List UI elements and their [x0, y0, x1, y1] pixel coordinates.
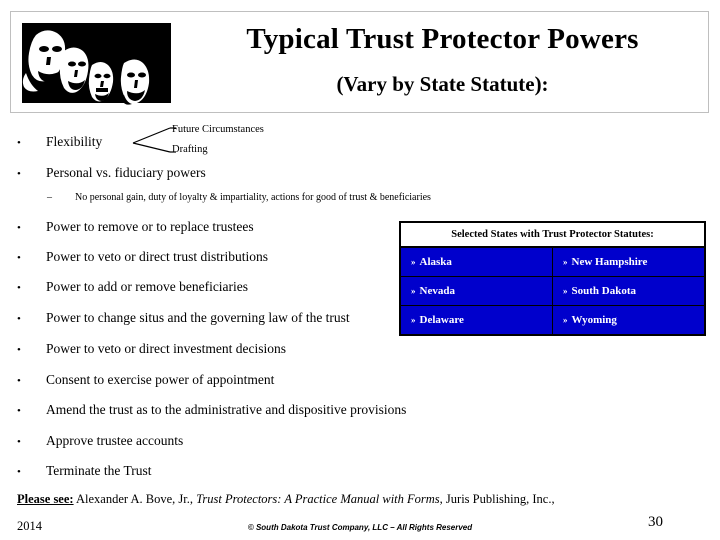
bullet-approve-trustee-accounts: • Approve trustee accounts [17, 433, 183, 450]
state-name: Nevada [419, 285, 455, 297]
bullet-label: Consent to exercise power of appointment [46, 372, 275, 387]
table-cell-state: » Delaware [399, 305, 553, 336]
bullet-label: Terminate the Trust [46, 463, 152, 478]
bullet-label: Power to remove or to replace trustees [46, 219, 254, 234]
bullet-label: Power to change situs and the governing … [46, 310, 350, 325]
bullet-terminate-trust: • Terminate the Trust [17, 463, 152, 480]
flexibility-branch-connector [130, 120, 178, 160]
bullet-consent-power-appointment: • Consent to exercise power of appointme… [17, 372, 274, 389]
guillemet-icon: » [563, 315, 568, 325]
footer-copyright: © South Dakota Trust Company, LLC – All … [247, 523, 473, 532]
table-header-row: Selected States with Trust Protector Sta… [400, 222, 705, 248]
bullet-marker: • [17, 252, 21, 264]
bullet-marker: • [17, 282, 21, 294]
bullet-marker: • [17, 168, 21, 180]
bullet-label: Power to add or remove beneficiaries [46, 279, 249, 294]
guillemet-icon: » [411, 286, 416, 296]
bullet-flexibility: • Flexibility [17, 134, 102, 151]
selected-states-table: Selected States with Trust Protector Sta… [399, 221, 706, 336]
table-cell-state: » Wyoming [552, 305, 706, 336]
table-cell-state: » South Dakota [552, 276, 706, 306]
table-row: » Nevada » South Dakota [399, 276, 706, 306]
table-header-label: Selected States with Trust Protector Sta… [400, 222, 705, 248]
bullet-change-situs: • Power to change situs and the governin… [17, 310, 350, 327]
bullet-amend-trust: • Amend the trust as to the administrati… [17, 402, 406, 419]
citation-author: Alexander A. Bove, Jr., [73, 492, 197, 506]
table-row: » Delaware » Wyoming [399, 305, 706, 336]
table-cell-state: » Nevada [399, 276, 553, 306]
bullet-label: Personal vs. fiduciary powers [46, 165, 206, 180]
bullet-veto-direct-distributions: • Power to veto or direct trust distribu… [17, 249, 268, 266]
guillemet-icon: » [411, 315, 416, 325]
please-see-label: Please see: [17, 492, 74, 506]
page-title: Typical Trust Protector Powers [246, 23, 639, 55]
bullet-add-remove-beneficiaries: • Power to add or remove beneficiaries [17, 279, 248, 296]
sub-bullet-fiduciary-duties: – No personal gain, duty of loyalty & im… [47, 191, 431, 204]
bullet-marker: • [17, 222, 21, 234]
bullet-remove-replace-trustees: • Power to remove or to replace trustees [17, 219, 254, 236]
table-cell-state: » New Hampshire [552, 246, 706, 277]
bullet-marker: • [17, 436, 21, 448]
state-name: Delaware [419, 314, 464, 326]
sub-bullet-label: No personal gain, duty of loyalty & impa… [75, 192, 431, 203]
guillemet-icon: » [411, 257, 416, 267]
state-name: Wyoming [571, 314, 617, 326]
table-row: » Alaska » New Hampshire [399, 246, 706, 277]
bullet-marker: • [17, 375, 21, 387]
bullet-personal-vs-fiduciary: • Personal vs. fiduciary powers [17, 165, 206, 182]
bullet-label: Approve trustee accounts [46, 433, 184, 448]
footer-citation: Please see: Alexander A. Bove, Jr., Trus… [17, 492, 707, 507]
branch-label-future-circumstances: Future Circumstances [172, 124, 264, 135]
guillemet-icon: » [563, 286, 568, 296]
guillemet-icon: » [563, 257, 568, 267]
state-name: Alaska [419, 256, 452, 268]
page-number: 30 [648, 514, 663, 530]
bullet-marker: • [17, 313, 21, 325]
bullet-marker: • [17, 405, 21, 417]
bullet-marker: • [17, 344, 21, 356]
bullet-label: Flexibility [46, 134, 103, 149]
bullet-veto-direct-investments: • Power to veto or direct investment dec… [17, 341, 286, 358]
page-subtitle: (Vary by State Statute): [336, 72, 549, 96]
bullet-label: Power to veto or direct trust distributi… [46, 249, 268, 264]
bullet-marker: • [17, 466, 21, 478]
mount-rushmore-graphic [20, 21, 173, 105]
table-cell-state: » Alaska [399, 246, 553, 277]
state-name: South Dakota [571, 285, 637, 297]
state-name: New Hampshire [571, 256, 648, 268]
citation-title: Trust Protectors: A Practice Manual with… [196, 492, 440, 506]
bullet-marker: • [17, 137, 21, 149]
bullet-label: Amend the trust as to the administrative… [46, 402, 407, 417]
branch-label-drafting: Drafting [172, 144, 208, 155]
sub-bullet-marker: – [47, 192, 52, 203]
bullet-label: Power to veto or direct investment decis… [46, 341, 286, 356]
citation-publisher: , Juris Publishing, Inc., [439, 492, 555, 506]
